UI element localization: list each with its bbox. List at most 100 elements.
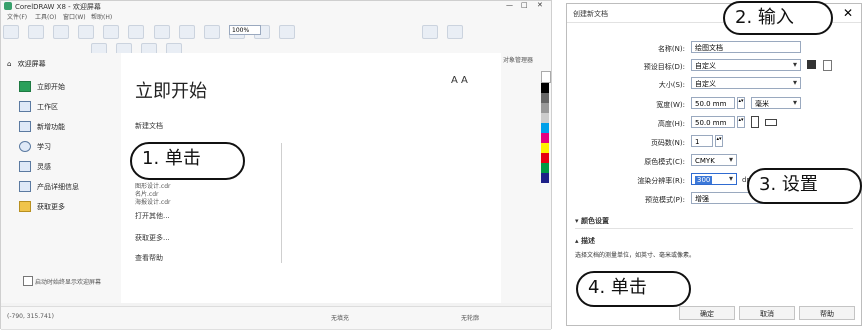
standard-toolbar: 100%	[1, 21, 551, 40]
font-size-icon[interactable]: A A	[451, 75, 468, 86]
nav-label: 产品详细信息	[37, 182, 79, 191]
nav-item-get-more[interactable]: 获取更多	[19, 201, 65, 212]
resolution-select[interactable]: 300	[691, 173, 737, 185]
swatch[interactable]	[541, 123, 549, 133]
show-on-start-label: 启动时始终显示欢迎屏幕	[35, 279, 102, 286]
nav-label: 学习	[37, 142, 51, 151]
width-label: 宽度(W):	[656, 101, 685, 109]
color-settings-label: 颜色设置	[580, 217, 609, 225]
minimize-icon[interactable]: —	[506, 1, 513, 9]
nav-label: 工作区	[37, 102, 58, 111]
swatch[interactable]	[541, 173, 549, 183]
help-button[interactable]: 帮助	[799, 306, 855, 320]
save-preset-icon[interactable]	[807, 60, 816, 69]
coreldraw-window: CorelDRAW X8 - 欢迎屏幕 — □ ✕ 文件(F) 工具(O) 窗口…	[0, 0, 552, 330]
status-bar: (-790, 315.741) 无填充 无轮廓	[1, 306, 551, 330]
preset-label: 预设目标(D):	[643, 63, 685, 71]
check-updates-link[interactable]: 查看帮助	[135, 253, 163, 263]
height-input[interactable]: 50.0 mm	[691, 116, 735, 128]
get-more-icon	[19, 201, 31, 212]
zoom-level[interactable]: 100%	[229, 25, 261, 35]
nav-item-new-features[interactable]: 新增功能	[19, 121, 65, 132]
nav-label: 立即开始	[37, 82, 65, 91]
swatch[interactable]	[541, 83, 549, 93]
name-input[interactable]: 绘图文档	[691, 41, 801, 53]
portrait-icon[interactable]	[751, 116, 759, 128]
new-icon[interactable]	[3, 24, 19, 39]
swatch[interactable]	[541, 93, 549, 103]
product-icon	[19, 181, 31, 192]
pages-spinner[interactable]: ▴▾	[715, 135, 723, 147]
nav-item-learn[interactable]: 学习	[19, 141, 51, 152]
close-icon[interactable]: ✕	[843, 6, 853, 20]
undo-icon[interactable]	[178, 24, 195, 39]
app-launcher-icon[interactable]	[447, 24, 464, 39]
show-on-start-checkbox[interactable]	[23, 276, 33, 286]
redo-icon[interactable]	[203, 24, 220, 39]
menu-help[interactable]: 帮助(H)	[91, 12, 112, 21]
callout-1: 1. 单击	[130, 142, 245, 180]
cancel-button[interactable]: 取消	[739, 306, 795, 320]
divider	[281, 143, 282, 263]
description-text: 选择文档的测量单位，如英寸、毫米或像素。	[575, 252, 696, 259]
maximize-icon[interactable]: □	[521, 1, 528, 9]
callout-3: 3. 设置	[747, 168, 862, 204]
color-mode-label: 原色模式(C):	[644, 158, 685, 166]
description-toggle[interactable]: ▴ 描述	[575, 236, 595, 246]
get-more-link[interactable]: 获取更多...	[135, 233, 170, 243]
save-icon[interactable]	[53, 24, 70, 39]
print-icon[interactable]	[78, 24, 95, 39]
color-palette	[541, 71, 551, 271]
swatch[interactable]	[541, 153, 549, 163]
cut-icon[interactable]	[103, 24, 120, 39]
new-document-link[interactable]: 新建文档	[135, 121, 163, 131]
nav-label: 新增功能	[37, 122, 65, 131]
nav-label: 灵感	[37, 162, 51, 171]
open-other-link[interactable]: 打开其他...	[135, 211, 170, 221]
publish-icon[interactable]	[279, 24, 296, 39]
unit-select[interactable]: 毫米	[751, 97, 801, 109]
callout-4: 4. 单击	[576, 271, 691, 307]
swatch[interactable]	[541, 133, 549, 143]
nav-item-product-details[interactable]: 产品详细信息	[19, 181, 79, 192]
paste-icon[interactable]	[153, 24, 170, 39]
nav-label: 获取更多	[37, 202, 65, 211]
landscape-icon[interactable]	[765, 119, 777, 126]
callout-2: 2. 输入	[723, 1, 833, 35]
color-mode-select[interactable]: CMYK	[691, 154, 737, 166]
copy-icon[interactable]	[128, 24, 145, 39]
swatch[interactable]	[541, 71, 551, 83]
nav-item-inspiration[interactable]: 灵感	[19, 161, 51, 172]
recent-file[interactable]: 海报设计.cdr	[135, 197, 170, 206]
close-icon[interactable]: ✕	[537, 1, 543, 9]
menu-file[interactable]: 文件(F)	[7, 12, 27, 21]
delete-preset-icon[interactable]	[823, 60, 832, 71]
swatch[interactable]	[541, 143, 549, 153]
swatch[interactable]	[541, 113, 549, 123]
options-icon[interactable]	[422, 24, 439, 39]
width-spinner[interactable]: ▴▾	[737, 97, 745, 109]
swatch[interactable]	[541, 103, 549, 113]
color-settings-toggle[interactable]: ▾ 颜色设置	[575, 216, 609, 226]
nav-item-getting-started[interactable]: 立即开始	[19, 81, 65, 92]
size-select[interactable]: 自定义	[691, 77, 801, 89]
new-features-icon	[19, 121, 31, 132]
preview-label: 预览模式(P):	[644, 196, 685, 204]
swatch[interactable]	[541, 163, 549, 173]
open-icon[interactable]	[28, 24, 45, 39]
learn-icon	[19, 141, 31, 152]
description-title: 描述	[580, 237, 595, 245]
preset-select[interactable]: 自定义	[691, 59, 801, 71]
height-spinner[interactable]: ▴▾	[737, 116, 745, 128]
width-input[interactable]: 50.0 mm	[691, 97, 735, 109]
workspace-icon	[19, 101, 31, 112]
welcome-tab[interactable]: 欢迎屏幕	[18, 60, 46, 68]
dialog-title: 创建新文档	[573, 10, 608, 18]
menu-window[interactable]: 窗口(W)	[63, 12, 86, 21]
nav-item-workspace[interactable]: 工作区	[19, 101, 58, 112]
pages-input[interactable]: 1	[691, 135, 713, 147]
cursor-coordinates: (-790, 315.741)	[7, 313, 54, 320]
menu-tools[interactable]: 工具(O)	[35, 12, 56, 21]
chevron-up-icon: ▴	[575, 237, 579, 245]
ok-button[interactable]: 确定	[679, 306, 735, 320]
